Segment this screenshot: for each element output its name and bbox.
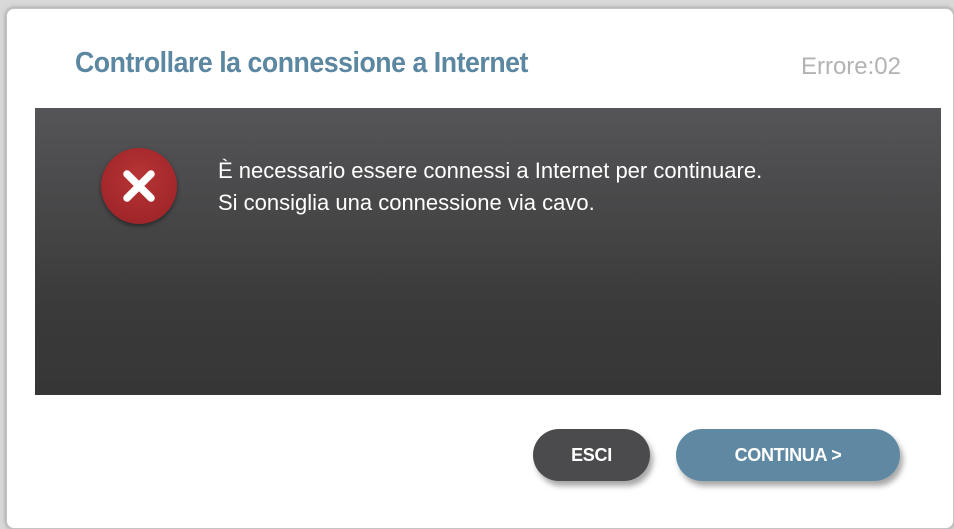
continue-button[interactable]: CONTINUA > bbox=[676, 429, 900, 481]
error-message-line-2: Si consiglia una connessione via cavo. bbox=[218, 190, 595, 215]
error-message-line-1: È necessario essere connessi a Internet … bbox=[218, 158, 763, 183]
error-message: È necessario essere connessi a Internet … bbox=[218, 155, 762, 219]
exit-button[interactable]: ESCI bbox=[533, 429, 650, 481]
dialog-title: Controllare la connessione a Internet bbox=[75, 47, 528, 79]
error-code: Errore:02 bbox=[800, 53, 901, 80]
message-panel: È necessario essere connessi a Internet … bbox=[35, 108, 941, 395]
connection-error-dialog: Controllare la connessione a Internet Er… bbox=[6, 8, 954, 529]
error-x-icon bbox=[101, 148, 177, 224]
